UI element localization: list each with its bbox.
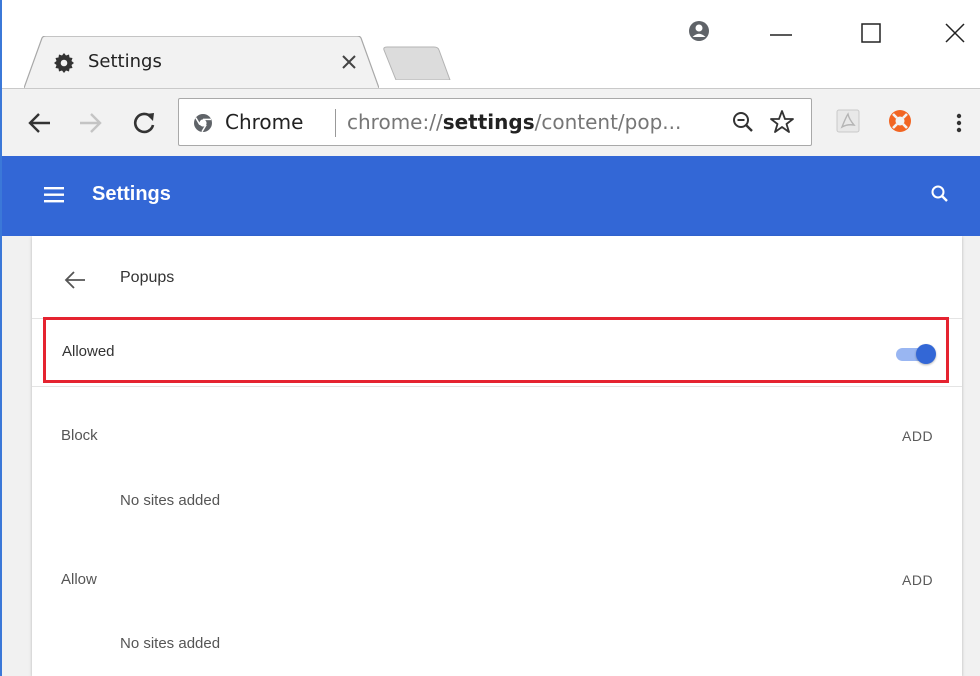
- page-title: Popups: [120, 269, 175, 286]
- zoom-out-icon[interactable]: [731, 110, 755, 134]
- gear-icon: [54, 53, 74, 73]
- allow-empty-text: No sites added: [120, 635, 221, 652]
- block-empty-text: No sites added: [120, 492, 221, 509]
- reload-icon[interactable]: [130, 109, 158, 137]
- maximize-icon[interactable]: [856, 18, 886, 48]
- new-tab-button[interactable]: [382, 46, 452, 81]
- close-icon[interactable]: [340, 53, 358, 71]
- forward-arrow-icon[interactable]: [76, 109, 104, 137]
- browser-toolbar: Chrome chrome://settings/content/pop...: [2, 88, 980, 156]
- pdf-extension-icon[interactable]: [836, 109, 860, 133]
- back-arrow-icon[interactable]: [26, 109, 54, 137]
- block-add-button[interactable]: ADD: [902, 428, 933, 444]
- site-label: Chrome: [225, 110, 304, 134]
- settings-header: Settings: [2, 156, 980, 236]
- allowed-row: Allowed: [43, 317, 949, 383]
- toggle-knob: [916, 344, 936, 364]
- allow-add-button[interactable]: ADD: [902, 572, 933, 588]
- block-section-label: Block: [61, 427, 98, 444]
- hamburger-menu-icon[interactable]: [44, 185, 68, 205]
- popups-settings-card: Popups Allowed Block ADD No sites added …: [32, 236, 962, 676]
- address-bar[interactable]: Chrome chrome://settings/content/pop...: [178, 98, 812, 146]
- allowed-label: Allowed: [62, 343, 115, 360]
- tab-settings[interactable]: Settings: [24, 36, 379, 88]
- chrome-icon: [193, 113, 213, 133]
- tab-title: Settings: [88, 51, 162, 72]
- profile-icon[interactable]: [684, 18, 714, 48]
- address-separator: [335, 109, 336, 137]
- divider: [32, 386, 962, 387]
- header-title: Settings: [92, 183, 171, 205]
- allow-section-label: Allow: [61, 571, 97, 588]
- back-arrow-icon[interactable]: [64, 270, 86, 290]
- allowed-toggle[interactable]: [894, 344, 938, 364]
- star-icon[interactable]: [769, 109, 795, 135]
- kebab-menu-icon[interactable]: [952, 109, 966, 137]
- url-text: chrome://settings/content/pop...: [347, 110, 682, 134]
- title-bar: Settings: [2, 0, 980, 88]
- window-close-icon[interactable]: [940, 18, 970, 48]
- search-icon[interactable]: [930, 184, 950, 204]
- lifebuoy-extension-icon[interactable]: [887, 108, 913, 134]
- minimize-icon[interactable]: [766, 18, 796, 48]
